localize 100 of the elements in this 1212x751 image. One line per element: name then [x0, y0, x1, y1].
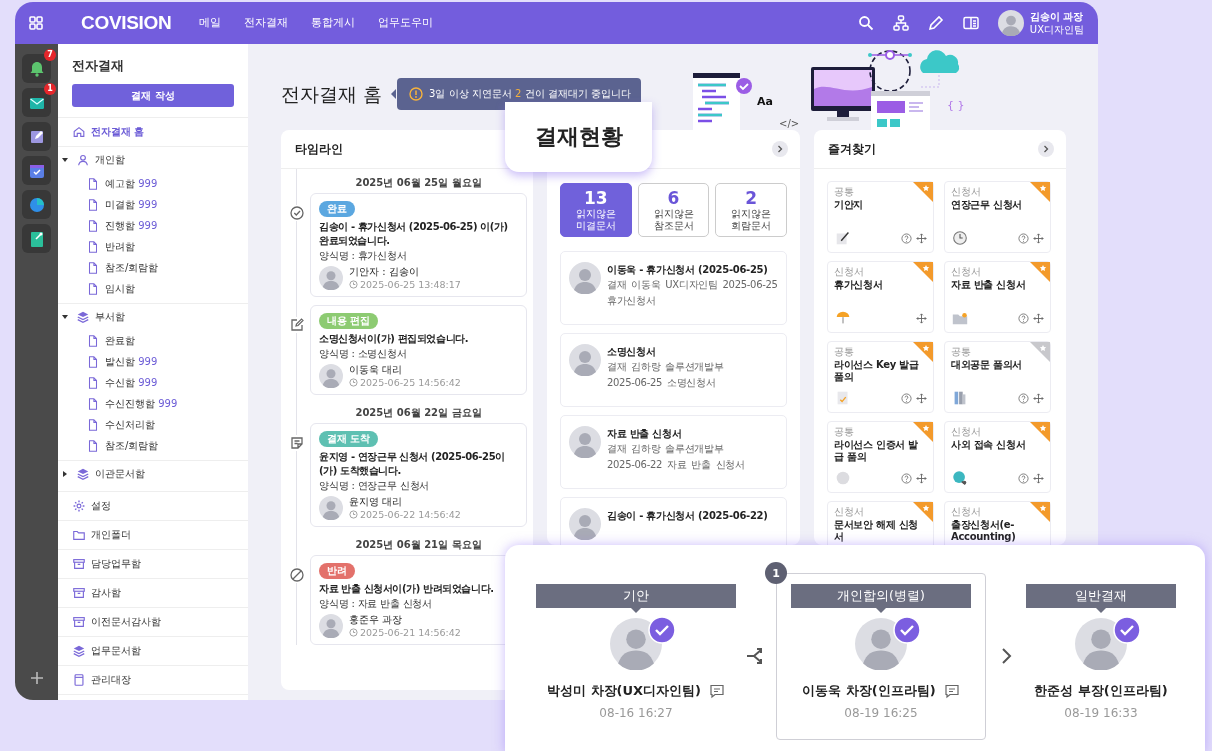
- rail-app-button[interactable]: [22, 122, 51, 151]
- tree-group[interactable]: 개인함: [58, 147, 248, 173]
- document-icon: [86, 438, 100, 453]
- write-button[interactable]: [926, 14, 945, 32]
- document-item[interactable]: 자료 반출 신청서 결재 김하랑 솔루션개발부 2025-06-22 자료 반출 신청서: [560, 415, 787, 489]
- approver-name: 박성미 차장(UX디자인팀): [547, 682, 701, 700]
- archive-box-icon: [72, 586, 86, 600]
- sidebar-item[interactable]: 설정: [58, 492, 248, 521]
- document-item[interactable]: 소명신청서 결재 김하랑 솔루션개발부 2025-06-25 소명신청서: [560, 333, 787, 407]
- document-icon: [86, 417, 100, 432]
- count-tab[interactable]: 13 읽지않은 미결문서: [560, 183, 632, 237]
- form-name: 양식명 : 자료 반출 신청서: [319, 597, 434, 611]
- step-role-label: 개인합의(병렬): [791, 584, 971, 613]
- favorite-form-card[interactable]: 공통 기안지: [827, 181, 934, 253]
- document-icon: [86, 333, 100, 348]
- form-name: 자료 반출 신청서: [951, 279, 1027, 291]
- more-button[interactable]: [1038, 141, 1054, 157]
- favorite-form-card[interactable]: 신청서 휴가신청서: [827, 261, 934, 333]
- tree-item[interactable]: 반려함: [58, 236, 248, 257]
- nav-link[interactable]: 메일: [198, 16, 221, 30]
- timeline-card[interactable]: 내용 편집 소명신청서이(가) 편집되었습니다. 양식명 : 소명신청서 이동욱 대리 2025-06-25 14:56:42: [310, 305, 527, 395]
- person-avatar: [569, 426, 601, 458]
- user-avatar: [997, 10, 1024, 36]
- tree-group[interactable]: 이관문서함: [58, 461, 248, 487]
- document-meta: 결재 김하랑 솔루션개발부: [607, 442, 725, 456]
- status-badge: 결재 도착: [319, 431, 379, 447]
- sidebar-item[interactable]: 관리대장: [58, 666, 248, 695]
- more-button[interactable]: [772, 141, 788, 157]
- tree-item[interactable]: 수신진행함 999: [58, 393, 248, 414]
- favorite-form-card[interactable]: 신청서 자료 반출 신청서: [944, 261, 1051, 333]
- sidebar-item[interactable]: 담당업무함: [58, 550, 248, 579]
- form-name: 기안지: [834, 199, 865, 211]
- person-avatar: [319, 266, 343, 290]
- favorite-form-card[interactable]: 공통 라이선스 Key 발급 품의: [827, 341, 934, 413]
- tree-item[interactable]: 예고함 999: [58, 173, 248, 194]
- tree-item[interactable]: 미결함 999: [58, 194, 248, 215]
- document-title: 소명신청서: [607, 345, 657, 359]
- tree-item[interactable]: 참조/회람함: [58, 435, 248, 456]
- form-category: 신청서: [951, 186, 982, 198]
- tree-item[interactable]: 참조/회람함: [58, 257, 248, 278]
- rail-app-button[interactable]: [22, 224, 51, 253]
- favorite-form-card[interactable]: 공통 라이선스 인증서 발급 품의: [827, 421, 934, 493]
- user-name: 김송이 과장: [1029, 10, 1084, 23]
- panel-title: 즐겨찾기: [828, 140, 876, 158]
- search-button[interactable]: [856, 14, 875, 32]
- form-name: 양식명 : 휴가신청서: [319, 249, 408, 263]
- tree-item[interactable]: 완료함: [58, 330, 248, 351]
- event-title: 김송이 - 휴가신청서 (2025-06-25) 이(가) 완료되었습니다.: [319, 220, 509, 248]
- count-tab[interactable]: 2 읽지않은 회람문서: [715, 183, 787, 237]
- nav-link[interactable]: 전자결재: [243, 16, 288, 30]
- approval-time: 08-19 16:33: [1064, 706, 1138, 720]
- document-icon: [86, 239, 100, 254]
- person-name: 기안자 : 김송이: [349, 265, 420, 278]
- nav-link[interactable]: 업무도우미: [377, 16, 433, 30]
- clock-icon: [951, 229, 969, 247]
- sidebar-item[interactable]: 감사함: [58, 579, 248, 608]
- search-icon: [856, 14, 875, 32]
- tree-item[interactable]: 수신함 999: [58, 372, 248, 393]
- sidebar-item[interactable]: 개인폴더: [58, 521, 248, 550]
- pencil-icon: [926, 14, 945, 32]
- organization-button[interactable]: [891, 14, 910, 32]
- sidebar-item[interactable]: 전자결재 홈: [58, 117, 248, 147]
- nav-link[interactable]: 통합게시: [310, 16, 355, 30]
- timeline-card[interactable]: 완료 김송이 - 휴가신청서 (2025-06-25) 이(가) 완료되었습니다. 양식명 : 휴가신청서 기안자 : 김송이 2025-06-25 13:48:17: [310, 193, 527, 297]
- compose-button[interactable]: 결재 작성: [72, 84, 234, 107]
- move-handle-icon: [916, 232, 927, 244]
- sidebar-item[interactable]: 이전문서감사함: [58, 608, 248, 637]
- event-time: 2025-06-25 13:48:17: [360, 278, 461, 291]
- person-name: 윤지영 대리: [349, 495, 404, 508]
- form-category: 신청서: [834, 266, 865, 278]
- form-category: 신청서: [951, 266, 982, 278]
- check-circle-icon: [289, 205, 305, 221]
- ledger-icon: [72, 673, 86, 687]
- panel-button[interactable]: [961, 14, 980, 32]
- form-name: 사외 접속 신청서: [951, 439, 1027, 451]
- archive-box-icon: [72, 615, 86, 629]
- tree-item[interactable]: 진행함 999: [58, 215, 248, 236]
- count-tab[interactable]: 6 읽지않은 참조문서: [637, 183, 710, 237]
- favorite-form-card[interactable]: 공통 대외공문 품의서: [944, 341, 1051, 413]
- event-time: 2025-06-25 14:56:42: [360, 376, 461, 389]
- form-category: 공통: [834, 346, 855, 358]
- page-title: 전자결재 홈: [281, 82, 383, 106]
- apps-menu-button[interactable]: [27, 14, 45, 32]
- document-icon: [86, 260, 100, 275]
- tree-item[interactable]: 임시함: [58, 278, 248, 299]
- rail-app-button[interactable]: [22, 156, 51, 185]
- sidebar-item[interactable]: 업무문서함: [58, 637, 248, 666]
- document-item[interactable]: 이동욱 - 휴가신청서 (2025-06-25) 결재 이동욱 UX디자인팀 2025-06-25 휴가신청서: [560, 251, 787, 325]
- timeline-card[interactable]: 결재 도착 윤지영 - 연장근무 신청서 (2025-06-25이(가) 도착했습니다. 양식명 : 연장근무 신청서 윤지영 대리 2025-06-22 14:56:42: [310, 423, 527, 527]
- favorite-form-card[interactable]: 신청서 사외 접속 신청서: [944, 421, 1051, 493]
- step-role-label: 일반결재: [1026, 584, 1176, 613]
- form-category: 공통: [834, 186, 855, 198]
- stack-icon: [76, 310, 90, 324]
- tree-item[interactable]: 수신처리함: [58, 414, 248, 435]
- event-title: 자료 반출 신청서이(가) 반려되었습니다.: [319, 582, 495, 596]
- tree-item[interactable]: 발신함 999: [58, 351, 248, 372]
- note-icon: [289, 435, 305, 451]
- rail-app-button[interactable]: [22, 190, 51, 219]
- tree-group[interactable]: 부서함: [58, 304, 248, 330]
- favorite-form-card[interactable]: 신청서 연장근무 신청서: [944, 181, 1051, 253]
